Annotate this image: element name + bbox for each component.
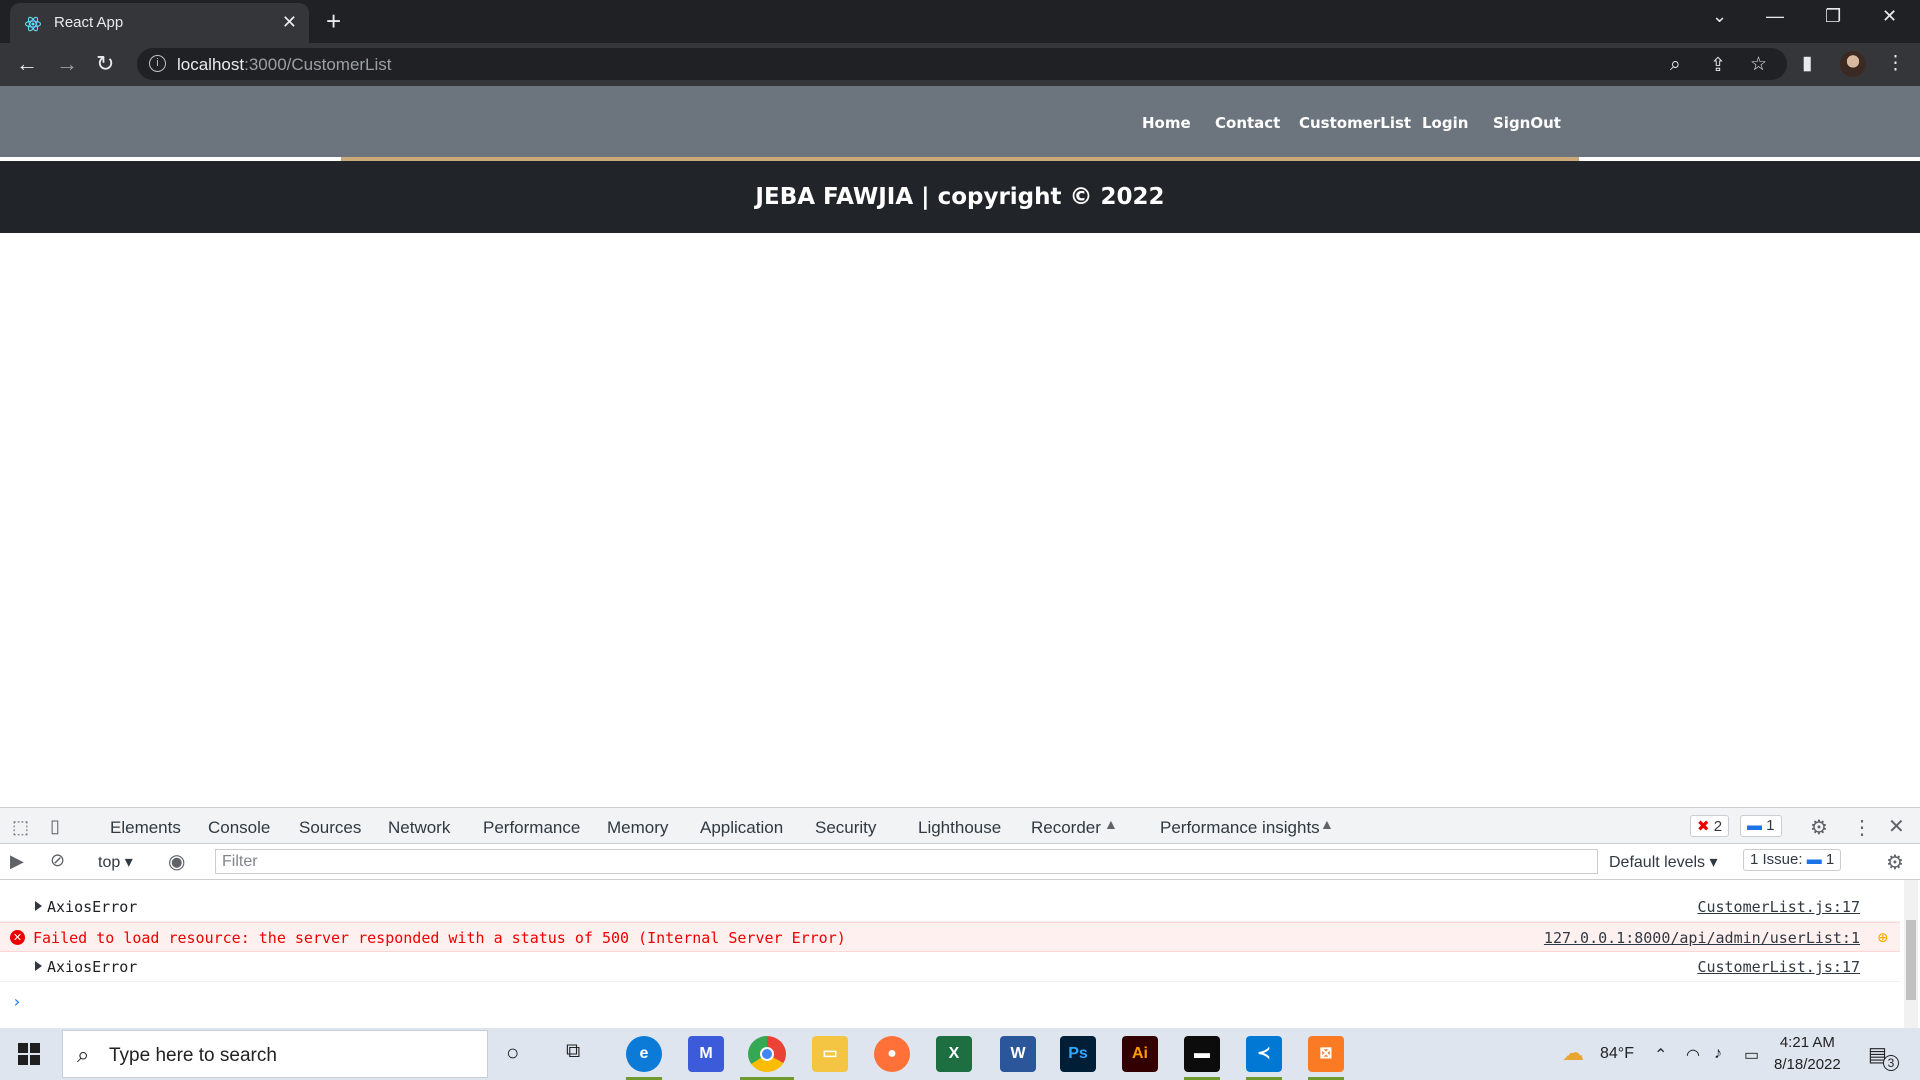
tab-performance-insights[interactable]: Performance insights <box>1160 818 1320 838</box>
site-footer: JEBA FAWJIA | copyright © 2022 <box>0 161 1920 233</box>
error-icon: ✕ <box>10 930 25 945</box>
weather-icon[interactable]: ☁ <box>1562 1040 1584 1066</box>
tab-network[interactable]: Network <box>388 818 450 838</box>
tab-lighthouse[interactable]: Lighthouse <box>918 818 1001 838</box>
illustrator-icon[interactable]: Ai <box>1122 1036 1158 1072</box>
error-icon: ✖ <box>1697 818 1710 835</box>
tab-elements[interactable]: Elements <box>110 818 181 838</box>
console-filterbar: ▶ ⊘ top ▾ ◉ Filter Default levels ▾ 1 Is… <box>0 844 1920 880</box>
vscode-icon[interactable]: ≺ <box>1246 1036 1282 1072</box>
tab-title: React App <box>54 14 124 31</box>
share-icon[interactable]: ⇪ <box>1710 54 1726 77</box>
console-row[interactable]: AxiosError CustomerList.js:17 <box>0 952 1900 982</box>
zoom-icon[interactable]: ⌕ <box>1670 54 1681 76</box>
windows-taskbar: ⌕ Type here to search ○ ⧉ e M ▭ ● X W Ps… <box>0 1028 1920 1080</box>
console-settings-gear-icon[interactable]: ⚙ <box>1886 850 1904 875</box>
message-count-badge[interactable]: ▬ 1 <box>1740 815 1782 837</box>
tab-memory[interactable]: Memory <box>607 818 668 838</box>
browser-toolbar: ← → ↻ i localhost:3000/CustomerList ⌕ ⇪ … <box>0 43 1920 86</box>
experiment-flask-icon: ▲ <box>1320 816 1334 832</box>
bookmark-star-icon[interactable]: ☆ <box>1750 53 1767 76</box>
taskbar-clock[interactable]: 4:21 AM 8/18/2022 <box>1774 1032 1841 1076</box>
nav-link-home[interactable]: Home <box>1142 114 1191 132</box>
nav-link-customerlist[interactable]: CustomerList <box>1299 114 1411 132</box>
console-prompt-icon[interactable]: › <box>12 992 22 1011</box>
weather-temp[interactable]: 84°F <box>1600 1045 1634 1063</box>
taskbar-search[interactable]: ⌕ Type here to search <box>62 1030 488 1078</box>
expand-triangle-icon[interactable] <box>35 901 42 911</box>
error-count-badge[interactable]: ✖ 2 <box>1690 815 1730 837</box>
file-explorer-icon[interactable]: ▭ <box>812 1036 848 1072</box>
tab-search-icon[interactable]: ⌄ <box>1712 6 1727 27</box>
nav-link-login[interactable]: Login <box>1422 114 1468 132</box>
app-icon[interactable]: M <box>688 1036 724 1072</box>
devtools-panel: ⬚ ▯ Elements Console Sources Network Per… <box>0 807 1920 1029</box>
back-icon[interactable]: ← <box>16 51 38 77</box>
photoshop-icon[interactable]: Ps <box>1060 1036 1096 1072</box>
console-filter-input[interactable]: Filter <box>215 849 1598 874</box>
tab-performance[interactable]: Performance <box>483 818 580 838</box>
close-tab-icon[interactable]: ✕ <box>282 12 297 33</box>
browser-tab[interactable]: React App ✕ <box>10 3 309 43</box>
console-scrollbar[interactable] <box>1904 880 1918 1029</box>
settings-gear-icon[interactable]: ⚙ <box>1810 815 1828 840</box>
network-request-icon[interactable]: ⊕ <box>1878 928 1888 948</box>
console-output: AxiosError CustomerList.js:17 ✕ Failed t… <box>0 880 1920 1029</box>
issues-badge[interactable]: 1 Issue: ▬ 1 <box>1743 849 1842 871</box>
devtools-tabbar: ⬚ ▯ Elements Console Sources Network Per… <box>0 808 1920 847</box>
nav-link-signout[interactable]: SignOut <box>1493 114 1561 132</box>
experiment-flask-icon: ▲ <box>1104 816 1118 832</box>
site-info-icon[interactable]: i <box>149 55 166 72</box>
url-text: localhost:3000/CustomerList <box>177 55 392 74</box>
react-icon <box>24 16 42 32</box>
reload-icon[interactable]: ↻ <box>96 51 114 77</box>
browser-tabstrip: React App ✕ + ⌄ — ❐ ✕ <box>0 0 1920 43</box>
expand-triangle-icon[interactable] <box>35 961 42 971</box>
task-view-icon[interactable]: ⧉ <box>566 1040 580 1063</box>
side-panel-icon[interactable]: ▮ <box>1802 52 1812 75</box>
windows-start-icon[interactable] <box>18 1043 40 1065</box>
inspect-element-icon[interactable]: ⬚ <box>12 817 29 838</box>
firefox-icon[interactable]: ● <box>874 1036 910 1072</box>
word-icon[interactable]: W <box>1000 1036 1036 1072</box>
device-toolbar-icon[interactable]: ▯ <box>50 816 60 837</box>
chevron-up-icon[interactable]: ⌃ <box>1654 1045 1667 1065</box>
battery-icon[interactable]: ▭ <box>1744 1045 1759 1065</box>
address-bar[interactable]: i localhost:3000/CustomerList ⌕ ⇪ ☆ <box>137 48 1787 80</box>
xampp-icon[interactable]: ⊠ <box>1308 1036 1344 1072</box>
close-window-icon[interactable]: ✕ <box>1882 6 1897 27</box>
menu-icon[interactable]: ⋮ <box>1886 52 1905 75</box>
search-icon: ⌕ <box>77 1042 90 1067</box>
tab-sources[interactable]: Sources <box>299 818 361 838</box>
volume-icon[interactable]: ♪ <box>1714 1045 1722 1063</box>
edge-icon[interactable]: e <box>626 1036 662 1072</box>
message-icon: ▬ <box>1747 817 1762 834</box>
nav-link-contact[interactable]: Contact <box>1215 114 1280 132</box>
console-row[interactable]: AxiosError CustomerList.js:17 <box>0 892 1900 922</box>
notification-count-badge: 3 <box>1883 1055 1899 1071</box>
tab-security[interactable]: Security <box>815 818 876 838</box>
log-levels-select[interactable]: Default levels ▾ <box>1609 852 1718 872</box>
more-options-icon[interactable]: ⋮ <box>1852 815 1872 840</box>
tab-recorder[interactable]: Recorder <box>1031 818 1101 838</box>
tab-application[interactable]: Application <box>700 818 783 838</box>
minimize-icon[interactable]: — <box>1766 6 1784 27</box>
chrome-icon[interactable] <box>748 1036 786 1072</box>
live-expression-eye-icon[interactable]: ◉ <box>168 849 185 874</box>
terminal-icon[interactable]: ▬ <box>1184 1036 1220 1072</box>
excel-icon[interactable]: X <box>936 1036 972 1072</box>
new-tab-button[interactable]: + <box>326 6 341 37</box>
forward-icon[interactable]: → <box>56 51 78 77</box>
context-select[interactable]: top ▾ <box>98 852 133 872</box>
tab-console[interactable]: Console <box>192 818 287 847</box>
sidebar-toggle-icon[interactable]: ▶ <box>10 851 24 872</box>
wifi-icon[interactable]: ◠ <box>1686 1045 1700 1065</box>
console-error-row[interactable]: ✕ Failed to load resource: the server re… <box>0 922 1900 952</box>
site-navbar: Home Contact CustomerList Login SignOut <box>0 86 1920 157</box>
restore-icon[interactable]: ❐ <box>1825 6 1841 27</box>
cortana-icon[interactable]: ○ <box>506 1040 519 1066</box>
close-devtools-icon[interactable]: ✕ <box>1888 814 1905 839</box>
profile-avatar[interactable] <box>1840 51 1866 77</box>
clear-console-icon[interactable]: ⊘ <box>50 850 65 871</box>
